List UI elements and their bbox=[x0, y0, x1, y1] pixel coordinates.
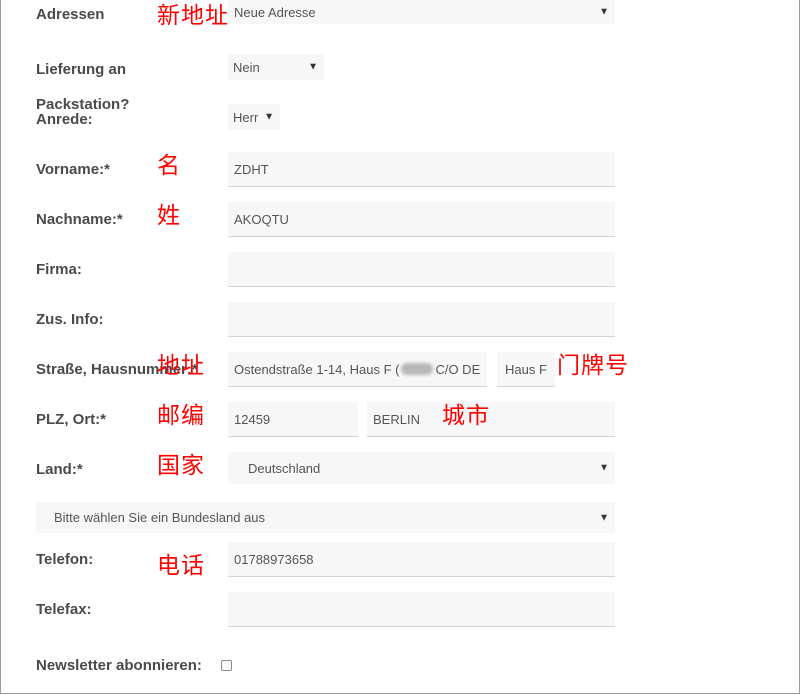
label-adressen: Adressen bbox=[36, 6, 105, 23]
address-select[interactable]: Neue Adresse ▼ bbox=[228, 0, 615, 24]
address-select-value: Neue Adresse bbox=[234, 4, 316, 20]
state-select-value: Bitte wählen Sie ein Bundesland aus bbox=[54, 510, 266, 525]
chevron-down-icon: ▼ bbox=[308, 61, 318, 73]
packstation-select[interactable]: Nein ▼ bbox=[228, 54, 324, 80]
annotation-first-name: 名 bbox=[157, 153, 181, 179]
label-telefon: Telefon: bbox=[36, 551, 94, 568]
company-input[interactable] bbox=[228, 252, 615, 287]
redacted-blur bbox=[401, 363, 434, 375]
annotation-country: 国家 bbox=[157, 453, 205, 479]
postcode-input[interactable]: 12459 bbox=[228, 402, 358, 437]
label-nachname: Nachname:* bbox=[36, 211, 123, 228]
salutation-select[interactable]: Herr ▼ bbox=[228, 104, 280, 130]
annotation-address: 地址 bbox=[157, 353, 205, 379]
chevron-down-icon: ▼ bbox=[599, 462, 609, 474]
annotation-postcode: 邮编 bbox=[157, 403, 205, 429]
city-input[interactable]: BERLIN bbox=[367, 402, 615, 437]
country-select-value: Deutschland bbox=[248, 460, 321, 476]
state-select[interactable]: Bitte wählen Sie ein Bundesland aus ▼ bbox=[36, 502, 615, 533]
last-name-input[interactable]: AKOQTU bbox=[228, 202, 615, 237]
label-telefax: Telefax: bbox=[36, 601, 92, 618]
street-value-part1: Ostendstraße 1-14, Haus F ( bbox=[234, 361, 400, 377]
label-land: Land:* bbox=[36, 461, 83, 478]
label-plz-ort: PLZ, Ort:* bbox=[36, 411, 106, 428]
annotation-phone: 电话 bbox=[157, 553, 205, 579]
annotation-last-name: 姓 bbox=[157, 203, 181, 229]
phone-input[interactable]: 01788973658 bbox=[228, 542, 615, 577]
chevron-down-icon: ▼ bbox=[264, 111, 274, 123]
additional-info-input[interactable] bbox=[228, 302, 615, 337]
annotation-new-address: 新地址 bbox=[157, 3, 229, 29]
salutation-select-value: Herr bbox=[233, 109, 259, 125]
label-lieferung: Lieferung an bbox=[36, 61, 127, 78]
first-name-input[interactable]: ZDHT bbox=[228, 152, 615, 187]
annotation-house-number: 门牌号 bbox=[557, 353, 629, 379]
annotation-city: 城市 bbox=[442, 403, 490, 429]
newsletter-checkbox[interactable] bbox=[221, 660, 232, 671]
street-input[interactable]: Ostendstraße 1-14, Haus F ( C/O DE bbox=[228, 352, 487, 387]
label-vorname: Vorname:* bbox=[36, 161, 110, 178]
chevron-down-icon: ▼ bbox=[599, 512, 609, 523]
street-value-part2: C/O DE bbox=[435, 361, 481, 377]
packstation-select-value: Nein bbox=[233, 59, 260, 75]
label-anrede: Anrede: bbox=[36, 111, 93, 128]
house-number-input[interactable]: Haus F bbox=[497, 352, 555, 387]
label-firma: Firma: bbox=[36, 261, 82, 278]
fax-input[interactable] bbox=[228, 592, 615, 627]
country-select[interactable]: Deutschland ▼ bbox=[228, 452, 615, 484]
label-newsletter: Newsletter abonnieren: bbox=[36, 657, 202, 674]
chevron-down-icon: ▼ bbox=[599, 6, 609, 18]
label-zus-info: Zus. Info: bbox=[36, 311, 104, 328]
